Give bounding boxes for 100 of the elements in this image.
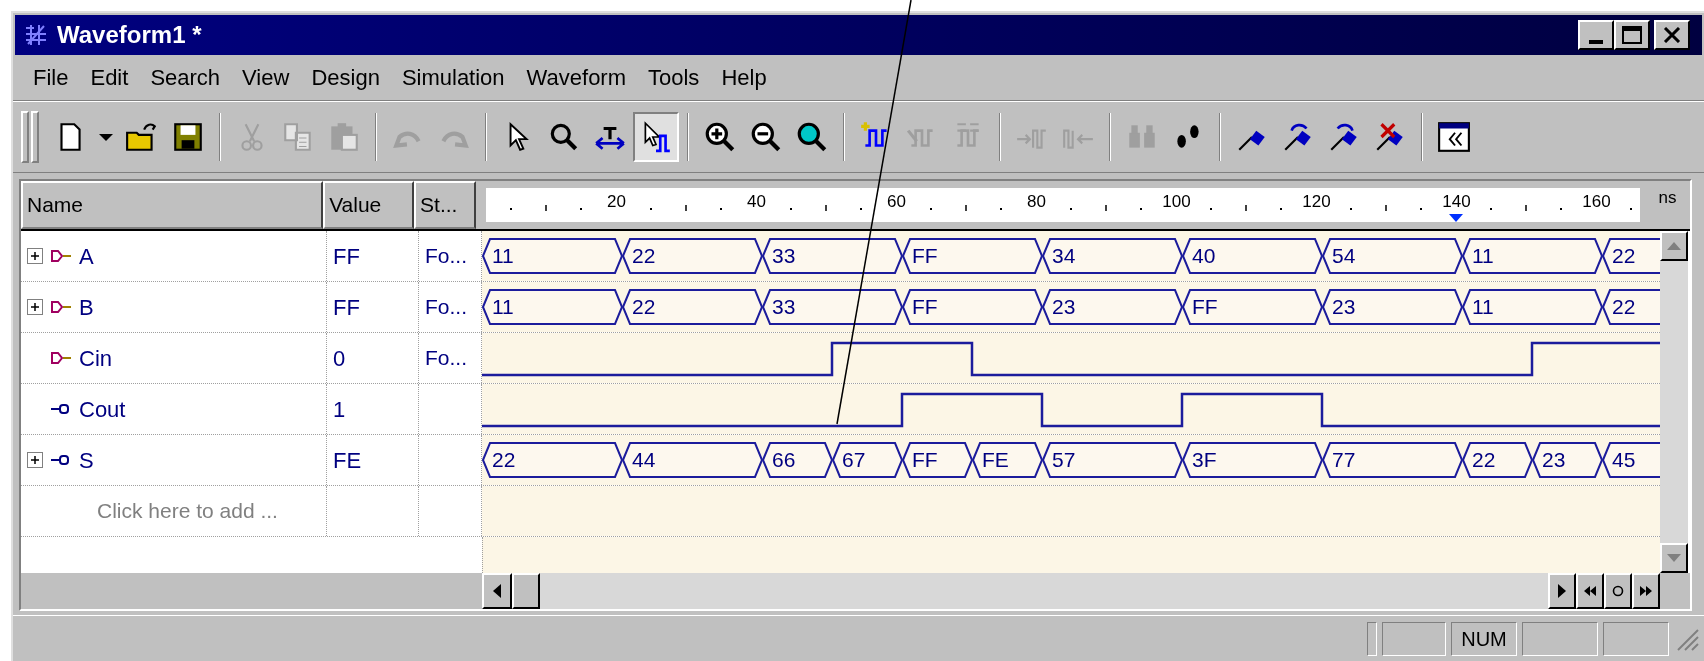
bus-value: 11 — [1472, 243, 1494, 269]
scroll-left-button[interactable] — [482, 573, 512, 609]
scroll-up-button[interactable] — [1660, 231, 1688, 261]
play-button[interactable] — [1548, 573, 1576, 609]
time-unit: ns — [1654, 181, 1690, 229]
bus-value: 23 — [1052, 294, 1076, 320]
open-folder-icon — [125, 120, 159, 154]
bus-value: 22 — [1612, 243, 1636, 269]
window-title: Waveform1 * — [57, 20, 202, 50]
signal-name[interactable]: Cin — [79, 341, 112, 375]
app-icon — [23, 22, 49, 48]
time-label: 100 — [1161, 192, 1192, 212]
bus-value: 22 — [632, 294, 656, 320]
time-label: 140 — [1441, 192, 1472, 212]
fast-forward-icon — [1640, 586, 1652, 596]
column-header[interactable]: St... — [414, 181, 477, 229]
plus-icon — [30, 302, 40, 312]
menu-item[interactable]: Search — [140, 61, 231, 94]
fast-forward-button[interactable] — [1632, 573, 1660, 609]
signal-value: FF — [333, 242, 360, 271]
rewind-button[interactable] — [1576, 573, 1604, 609]
circle-icon — [1612, 585, 1624, 597]
expand-toggle[interactable] — [27, 299, 43, 315]
signal-status: Fo... — [425, 243, 467, 270]
vertical-scrollbar[interactable] — [1660, 231, 1688, 573]
column-header[interactable]: Value — [323, 181, 415, 229]
time-label: 20 — [605, 192, 627, 212]
menu-item[interactable]: Waveform — [516, 61, 636, 94]
bus-value: FF — [1192, 294, 1218, 320]
bus-value: FF — [912, 243, 938, 269]
circle-button[interactable] — [1604, 573, 1632, 609]
collapse-icon — [1437, 120, 1471, 154]
rewind-icon — [1584, 586, 1596, 596]
play-icon — [1558, 584, 1566, 598]
menu-item[interactable]: Edit — [80, 61, 139, 94]
cursor-marker[interactable] — [1449, 214, 1464, 222]
status-pane — [1603, 621, 1669, 656]
bus-value: 22 — [1472, 447, 1496, 473]
status-pane — [1382, 621, 1446, 656]
menu-item[interactable]: Simulation — [391, 61, 515, 94]
menu-item[interactable]: View — [232, 61, 300, 94]
signal-value: FE — [333, 446, 362, 475]
time-label: 160 — [1581, 192, 1612, 212]
left-arrow-icon — [493, 584, 501, 598]
signal-name[interactable]: S — [79, 443, 94, 477]
close-icon — [1663, 27, 1681, 43]
signal-status: Fo... — [425, 345, 467, 372]
menu-item[interactable]: Help — [711, 61, 777, 94]
column-header[interactable]: Name — [21, 181, 324, 229]
signal-name[interactable]: Cout — [79, 392, 126, 426]
menu-item[interactable]: Tools — [638, 61, 710, 94]
scroll-thumb[interactable] — [512, 573, 540, 609]
expand-toggle[interactable] — [27, 452, 43, 468]
bus-value: 57 — [1052, 447, 1076, 473]
signal-name[interactable]: A — [79, 239, 94, 273]
bus-value: 45 — [1612, 447, 1636, 473]
signal-value: FF — [333, 293, 360, 322]
horizontal-scrollbar[interactable] — [482, 573, 1548, 609]
signal-name[interactable]: B — [79, 290, 94, 324]
bus-value: 3F — [1192, 447, 1217, 473]
toolbar-button[interactable] — [633, 112, 679, 162]
time-label: 80 — [1025, 192, 1047, 212]
bus-value: 22 — [492, 447, 516, 473]
bus-value: 34 — [1052, 243, 1076, 269]
bus-value: 67 — [842, 447, 866, 473]
expand-toggle[interactable] — [27, 248, 43, 264]
scroll-down-button[interactable] — [1660, 543, 1688, 573]
minimize-button[interactable] — [1578, 20, 1614, 50]
bus-value: 11 — [492, 243, 514, 269]
up-arrow-icon — [1667, 242, 1681, 250]
bus-value: 44 — [632, 447, 656, 473]
bus-value: 23 — [1542, 447, 1566, 473]
toolbar-grip[interactable] — [21, 111, 29, 163]
bus-value: FE — [982, 447, 1009, 473]
status-pane — [1367, 621, 1377, 656]
menu-item[interactable]: Design — [301, 61, 390, 94]
signal-value: 0 — [333, 344, 346, 373]
bus-value: 23 — [1332, 294, 1356, 320]
bus-value: 33 — [772, 243, 796, 269]
plus-icon — [30, 251, 40, 261]
close-button[interactable] — [1654, 20, 1690, 50]
menu-item[interactable]: File — [23, 61, 79, 94]
down-arrow-icon — [1667, 554, 1681, 562]
time-label: 60 — [885, 192, 907, 212]
caret-icon — [99, 133, 113, 141]
plus-icon — [30, 455, 40, 465]
bus-value: FF — [912, 294, 938, 320]
add-signal-field[interactable]: Click here to add ... — [97, 495, 307, 527]
maximize-button[interactable] — [1614, 20, 1650, 50]
minimize-icon — [1589, 40, 1603, 44]
zoom-in-icon — [703, 120, 737, 154]
bus-value: FF — [912, 447, 938, 473]
bus-value: 66 — [772, 447, 796, 473]
time-label: 120 — [1301, 192, 1332, 212]
bus-value: 77 — [1332, 447, 1356, 473]
toolbar-grip[interactable] — [31, 111, 39, 163]
status-indicator: NUM — [1451, 621, 1517, 656]
bus-value: 33 — [772, 294, 796, 320]
zoom-fit-icon — [795, 120, 829, 154]
zoom-out-icon — [749, 120, 783, 154]
